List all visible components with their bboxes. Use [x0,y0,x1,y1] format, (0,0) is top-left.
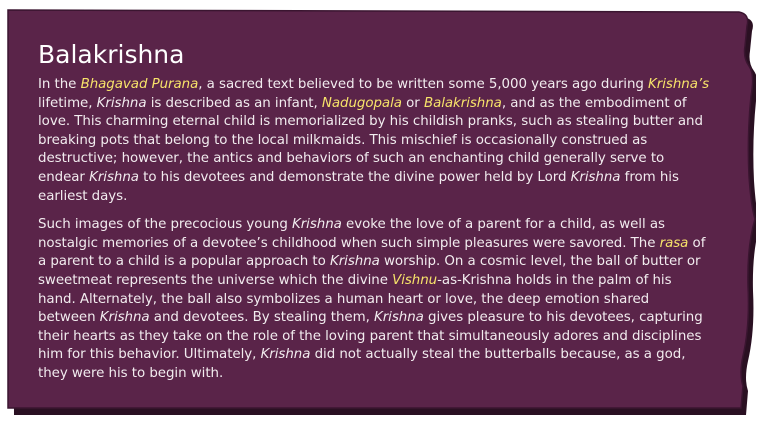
italic-term: Krishna [260,347,311,363]
text-run: lifetime, [38,95,97,111]
text-run: or [401,95,424,111]
italic-term: Krishna [291,217,342,233]
italic-term: Krishna [96,95,147,111]
highlighted-term: rasa [659,235,689,251]
article-title: Balakrishna [38,40,185,69]
article: Balakrishna In the Bhagavad Purana, a sa… [38,40,710,394]
paragraph-2: Such images of the precocious young Kris… [38,216,710,383]
text-run: Such images of the precocious young [38,217,292,233]
italic-term: Krishna [89,169,139,185]
italic-term: Krishna [373,310,424,326]
paragraph-1: In the Bhagavad Purana, a sacred text be… [38,76,710,206]
italic-term: Krishna [329,254,380,270]
text-run: , a sacred text believed to be written s… [198,77,649,92]
highlighted-term: Nadugopala [321,95,402,111]
text-run: In the [38,77,81,92]
text-run: is described as an infant, [146,95,322,111]
text-run: and devotees. By stealing them, [149,310,374,326]
highlighted-term: Balakrishna [423,95,502,111]
italic-term: Krishna [570,169,621,185]
text-run: to his devotees and demonstrate the divi… [138,169,571,185]
highlighted-term: Krishna’s [648,77,709,92]
italic-term: Krishna [99,310,150,326]
highlighted-term: Vishnu [392,272,438,288]
highlighted-term: Bhagavad Purana [80,77,199,92]
